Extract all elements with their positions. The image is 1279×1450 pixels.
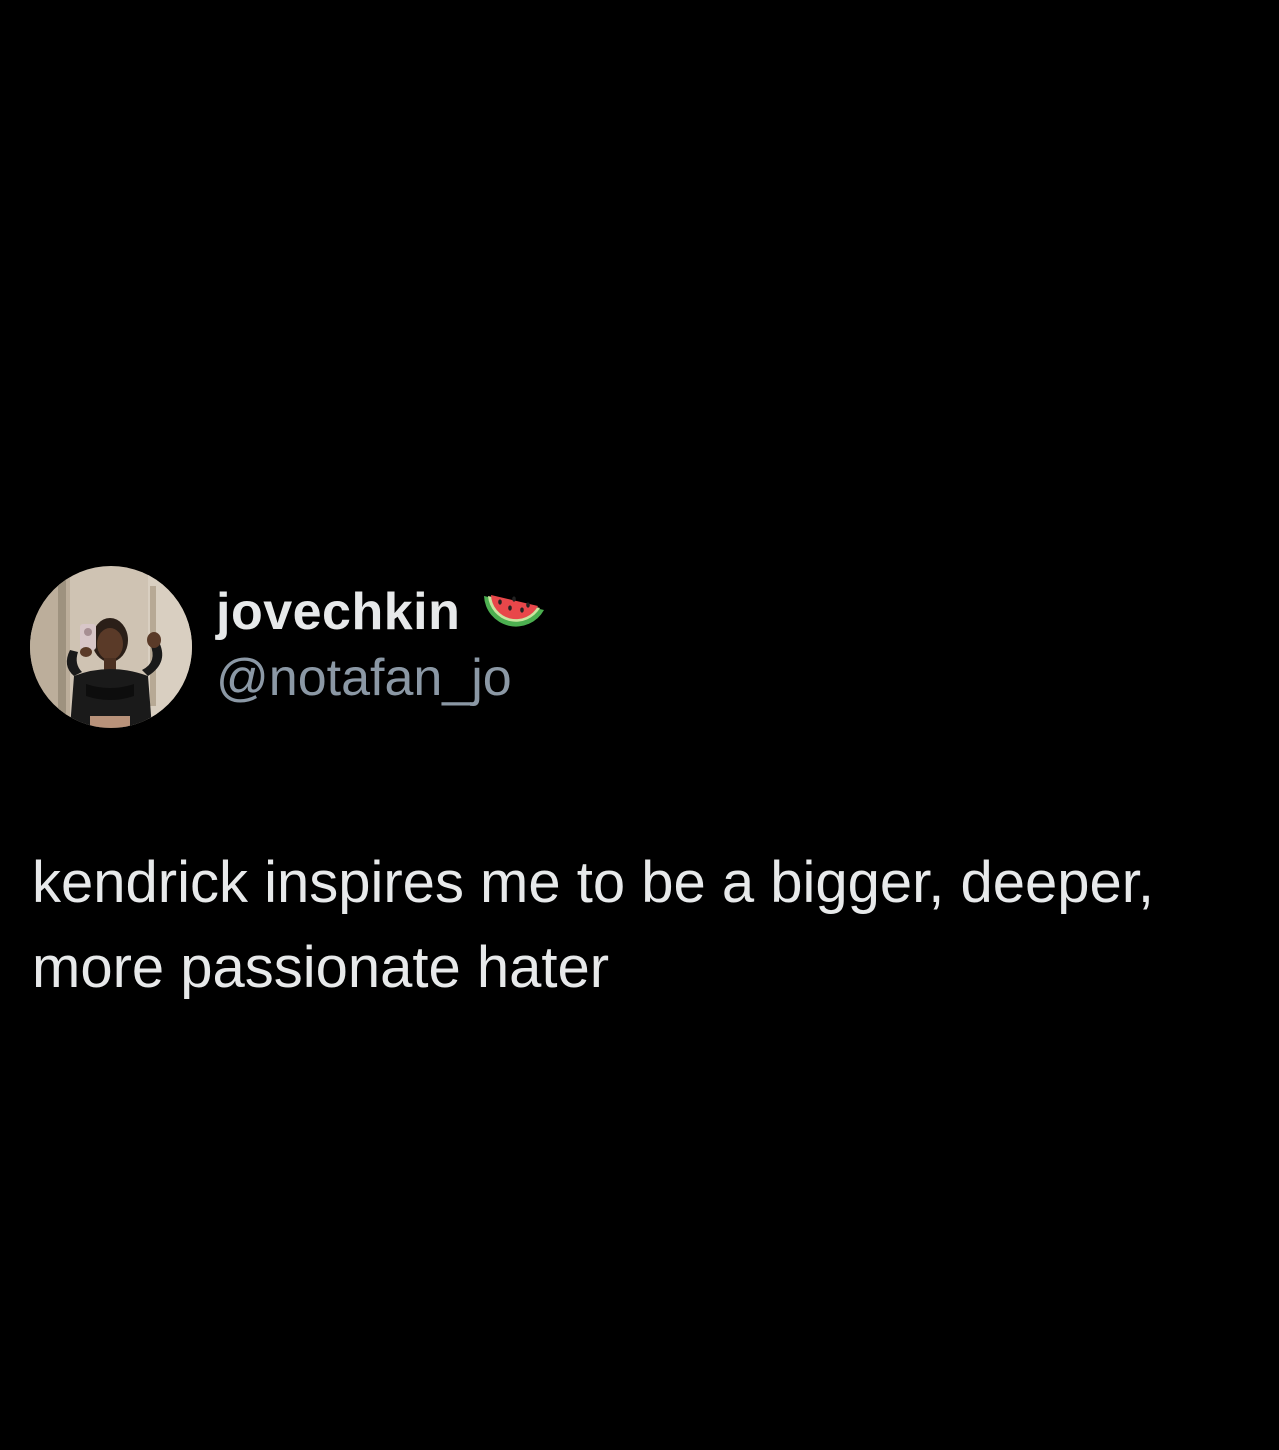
tweet-header: jovechkin @notafan_jo <box>30 566 1250 728</box>
display-name[interactable]: jovechkin <box>216 580 460 644</box>
user-handle[interactable]: @notafan_jo <box>216 646 548 710</box>
name-block: jovechkin @notafan_jo <box>216 580 548 710</box>
tweet-screenshot: jovechkin @notafan_jo kendrick inspires … <box>0 0 1279 1450</box>
display-name-row: jovechkin <box>216 580 548 644</box>
avatar[interactable] <box>30 566 192 728</box>
tweet-card: jovechkin @notafan_jo kendrick inspires … <box>30 566 1250 1010</box>
tweet-text: kendrick inspires me to be a bigger, dee… <box>32 850 1154 1000</box>
watermelon-icon <box>480 584 548 640</box>
